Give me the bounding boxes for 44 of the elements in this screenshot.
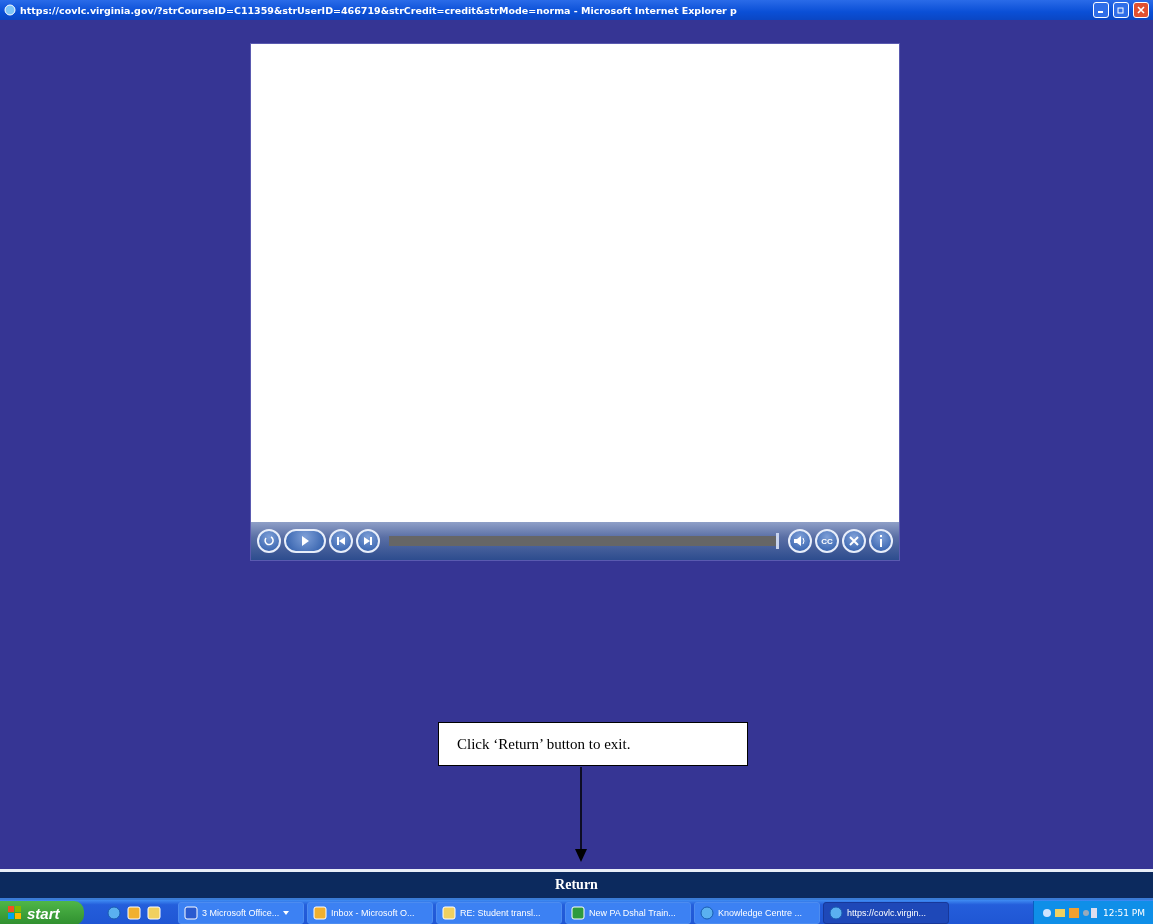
taskbar-task[interactable]: https://covlc.virgin... xyxy=(823,902,949,924)
close-icon xyxy=(849,536,859,546)
close-button[interactable] xyxy=(842,529,866,553)
previous-icon xyxy=(336,536,346,546)
window-title: https://covlc.virginia.gov/?strCourseID=C11359&strUserID=466719&strCredit=credit&strMode=norma - Microsoft Internet Explorer p xyxy=(20,4,738,16)
captions-button[interactable]: CC xyxy=(815,529,839,553)
close-icon xyxy=(1137,6,1145,14)
taskbar-task[interactable]: New PA Dshal Train... xyxy=(565,902,691,924)
next-icon xyxy=(363,536,373,546)
progress-track[interactable] xyxy=(389,533,779,549)
windows-flag-icon xyxy=(8,906,22,920)
callout-text: Click ‘Return’ button to exit. xyxy=(457,735,631,753)
volume-button[interactable] xyxy=(788,529,812,553)
next-button[interactable] xyxy=(356,529,380,553)
app-icon xyxy=(571,906,585,920)
globe-icon xyxy=(700,906,714,920)
info-icon xyxy=(879,535,883,547)
app-icon xyxy=(184,906,198,920)
app-icon xyxy=(147,906,161,920)
globe-icon xyxy=(107,906,121,920)
app-icon xyxy=(127,906,141,920)
clock: 12:51 PM xyxy=(1103,908,1145,918)
restore-button[interactable] xyxy=(1113,2,1129,18)
minimize-button[interactable] xyxy=(1093,2,1109,18)
globe-icon xyxy=(829,906,843,920)
replay-button[interactable] xyxy=(257,529,281,553)
previous-button[interactable] xyxy=(329,529,353,553)
globe-icon xyxy=(4,4,16,16)
return-button[interactable]: Return xyxy=(547,875,606,895)
tray-icons-drawing xyxy=(1042,906,1098,920)
play-icon xyxy=(301,536,309,546)
progress-thumb[interactable] xyxy=(776,533,779,549)
taskbar-task[interactable]: RE: Student transl... xyxy=(436,902,562,924)
replay-icon xyxy=(263,535,275,547)
taskbar-task[interactable]: 3 Microsoft Office... xyxy=(178,902,304,924)
app-icon xyxy=(313,906,327,920)
info-button[interactable] xyxy=(869,529,893,553)
taskbar-task[interactable]: Inbox - Microsoft O... xyxy=(307,902,433,924)
restore-icon xyxy=(1117,6,1125,14)
app-icon xyxy=(442,906,456,920)
play-button[interactable] xyxy=(284,529,326,553)
speaker-icon xyxy=(794,536,806,546)
start-button[interactable]: start xyxy=(0,901,84,924)
taskbar-task[interactable]: Knowledge Centre ... xyxy=(694,902,820,924)
